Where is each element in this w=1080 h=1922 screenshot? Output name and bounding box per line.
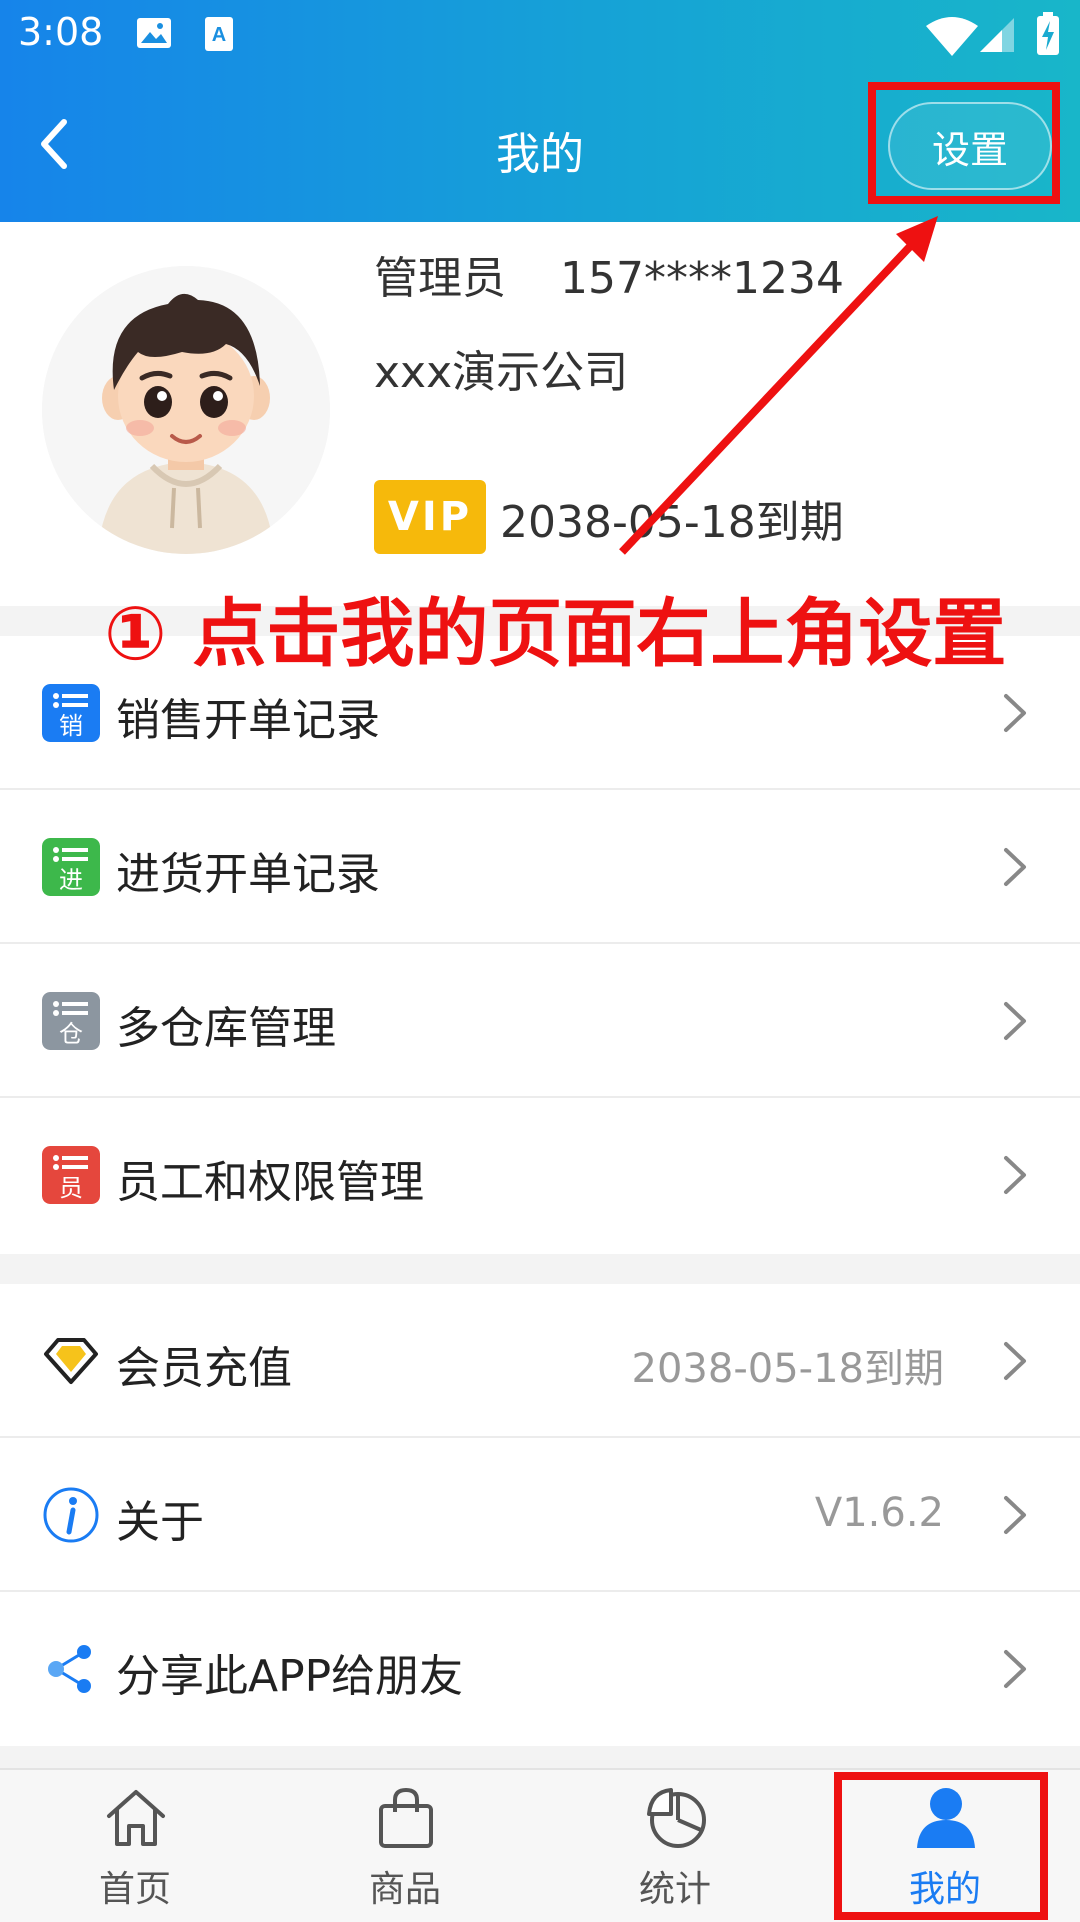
diamond-icon bbox=[44, 1338, 98, 1384]
tab-label: 统计 bbox=[638, 1869, 711, 1910]
chevron-right-icon bbox=[1004, 1342, 1026, 1380]
chevron-right-icon bbox=[1004, 848, 1026, 886]
chevron-right-icon bbox=[1004, 1156, 1026, 1194]
avatar[interactable] bbox=[42, 266, 330, 554]
menu-group-misc: 会员充值 2038-05-18到期 关于 V1.6.2 分享此APP给朋友 bbox=[0, 1284, 1080, 1746]
menu-item-warehouse[interactable]: 仓 多仓库管理 bbox=[0, 944, 1080, 1098]
membership-expiry: 2038-05-18到期 bbox=[631, 1346, 944, 1392]
menu-item-label: 销售开单记录 bbox=[116, 695, 380, 746]
purchase-record-icon: 进 bbox=[42, 838, 100, 896]
purchase-icon-char: 进 bbox=[59, 866, 83, 894]
chevron-right-icon bbox=[1004, 1002, 1026, 1040]
company-name: xxx演示公司 bbox=[374, 347, 629, 398]
pie-chart-icon bbox=[647, 1788, 706, 1848]
home-icon bbox=[107, 1790, 165, 1846]
image-notification-icon bbox=[137, 18, 171, 48]
bag-icon bbox=[379, 1787, 433, 1848]
user-role: 管理员 bbox=[374, 253, 506, 304]
signal-icon bbox=[980, 18, 1014, 52]
info-icon bbox=[43, 1487, 99, 1543]
settings-highlight-box bbox=[868, 82, 1060, 204]
warehouse-icon: 仓 bbox=[42, 992, 100, 1050]
status-time: 3:08 bbox=[18, 10, 104, 54]
share-icon bbox=[48, 1645, 91, 1693]
menu-item-about[interactable]: 关于 V1.6.2 bbox=[0, 1438, 1080, 1592]
profile-name-line: 管理员 157****1234 bbox=[374, 242, 844, 306]
menu-item-label: 会员充值 bbox=[116, 1343, 292, 1394]
text-notification-icon: A bbox=[205, 17, 233, 51]
user-phone: 157****1234 bbox=[560, 253, 844, 304]
menu-item-label: 进货开单记录 bbox=[116, 849, 380, 900]
tab-highlight-box bbox=[834, 1772, 1048, 1920]
wifi-icon bbox=[926, 17, 978, 56]
profile-card: 管理员 157****1234 xxx演示公司 VIP 2038-05-18到期 bbox=[0, 222, 1080, 606]
menu-item-label: 关于 bbox=[116, 1497, 204, 1548]
battery-icon bbox=[1037, 12, 1059, 55]
tab-label: 首页 bbox=[98, 1869, 171, 1910]
chevron-right-icon bbox=[1004, 694, 1026, 732]
menu-item-label: 分享此APP给朋友 bbox=[116, 1651, 464, 1702]
menu-group-records: 销 销售开单记录 进 进货开单记录 仓 多仓库管理 员 员工和权限管理 bbox=[0, 636, 1080, 1254]
menu-item-label: 员工和权限管理 bbox=[116, 1157, 424, 1208]
app-version: V1.6.2 bbox=[814, 1490, 944, 1536]
tab-label: 商品 bbox=[368, 1869, 441, 1910]
status-bar: 3:08 A bbox=[0, 0, 1080, 72]
staff-icon-char: 员 bbox=[59, 1174, 83, 1202]
menu-item-purchase-records[interactable]: 进 进货开单记录 bbox=[0, 790, 1080, 944]
vip-badge: VIP bbox=[374, 480, 486, 554]
avatar-illustration bbox=[42, 266, 330, 554]
chevron-right-icon bbox=[1004, 1496, 1026, 1534]
staff-icon: 员 bbox=[42, 1146, 100, 1204]
menu-item-membership-recharge[interactable]: 会员充值 2038-05-18到期 bbox=[0, 1284, 1080, 1438]
tab-statistics[interactable]: 统计 bbox=[540, 1770, 810, 1922]
sales-icon-char: 销 bbox=[59, 712, 83, 740]
sales-record-icon: 销 bbox=[42, 684, 100, 742]
warehouse-icon-char: 仓 bbox=[59, 1020, 83, 1048]
annotation-text: ① 点击我的页面右上角设置 bbox=[104, 591, 1007, 677]
tab-products[interactable]: 商品 bbox=[270, 1770, 540, 1922]
menu-item-label: 多仓库管理 bbox=[116, 1003, 336, 1054]
vip-expiry: 2038-05-18到期 bbox=[500, 497, 844, 548]
chevron-right-icon bbox=[1004, 1650, 1026, 1688]
menu-item-staff-permissions[interactable]: 员 员工和权限管理 bbox=[0, 1098, 1080, 1252]
svg-text:A: A bbox=[212, 24, 226, 46]
menu-item-share-app[interactable]: 分享此APP给朋友 bbox=[0, 1592, 1080, 1746]
tab-home[interactable]: 首页 bbox=[0, 1770, 270, 1922]
